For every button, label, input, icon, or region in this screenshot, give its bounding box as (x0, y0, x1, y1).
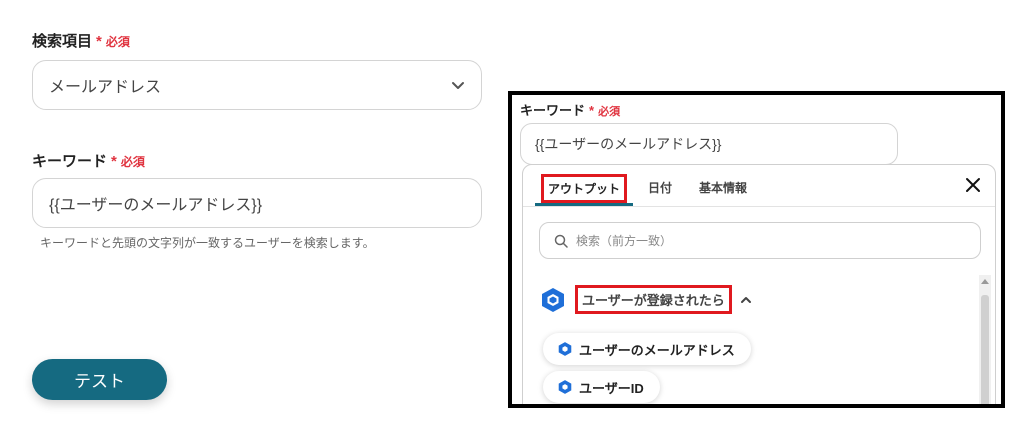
panel-keyword-label: キーワード * 必須 (520, 100, 620, 119)
search-item-label: 検索項目 * 必須 (32, 30, 130, 51)
test-button[interactable]: テスト (32, 359, 167, 400)
output-item-label: ユーザーのメールアドレス (579, 342, 735, 358)
panel-keyword-input[interactable]: {{ユーザーのメールアドレス}} (520, 123, 898, 165)
keyword-input[interactable]: {{ユーザーのメールアドレス}} (32, 178, 482, 228)
tab-basic-info[interactable]: 基本情報 (699, 179, 747, 196)
output-item-label: ユーザーID (579, 380, 644, 396)
search-item-select[interactable]: メールアドレス (32, 60, 482, 110)
tab-date[interactable]: 日付 (648, 179, 672, 196)
output-search-placeholder: 検索（前方一致） (576, 234, 673, 248)
panel-keyword-input-value: {{ユーザーのメールアドレス}} (535, 136, 722, 152)
panel-keyword-label-text: キーワード (520, 103, 586, 118)
active-tab-indicator (535, 203, 633, 206)
close-icon[interactable] (963, 175, 983, 195)
output-item-user-id[interactable]: ユーザーID (543, 371, 660, 403)
required-text: 必須 (120, 155, 145, 169)
output-search-input[interactable]: 検索（前方一致） (539, 222, 981, 259)
required-text: 必須 (598, 106, 621, 118)
output-group-header[interactable]: ユーザーが登録されたら (539, 285, 752, 314)
tab-output[interactable]: アウトプット (541, 174, 628, 203)
popup-tabs: アウトプット 日付 基本情報 (523, 165, 995, 207)
app-hexagon-icon (558, 380, 572, 394)
keyword-label: キーワード * 必須 (32, 150, 145, 171)
required-star: * (96, 33, 102, 50)
scrollbar-thumb[interactable] (981, 295, 989, 404)
search-item-label-text: 検索項目 (32, 33, 93, 50)
required-text: 必須 (105, 35, 130, 49)
app-hexagon-icon (542, 287, 564, 312)
keyword-hint: キーワードと先頭の文字列が一致するユーザーを検索します。 (40, 236, 375, 250)
scroll-up-arrow-icon[interactable] (981, 279, 989, 284)
output-popup: アウトプット 日付 基本情報 検索（前方一致） ユーザーが登録されたら ユーザー… (522, 164, 996, 404)
output-item-email[interactable]: ユーザーのメールアドレス (543, 333, 751, 365)
keyword-input-value: {{ユーザーのメールアドレス}} (49, 197, 263, 214)
required-star: * (111, 153, 117, 170)
chevron-up-icon[interactable] (740, 294, 752, 306)
chevron-down-icon (452, 82, 464, 89)
keyword-label-text: キーワード (32, 153, 108, 170)
required-star: * (589, 103, 595, 118)
app-hexagon-icon (558, 342, 572, 356)
scrollbar[interactable] (979, 275, 991, 404)
search-item-select-value: メールアドレス (49, 79, 162, 96)
search-icon (554, 234, 568, 248)
output-group-label: ユーザーが登録されたら (575, 285, 732, 314)
output-panel-screenshot: キーワード * 必須 {{ユーザーのメールアドレス}} アウトプット 日付 基本… (508, 91, 1005, 408)
